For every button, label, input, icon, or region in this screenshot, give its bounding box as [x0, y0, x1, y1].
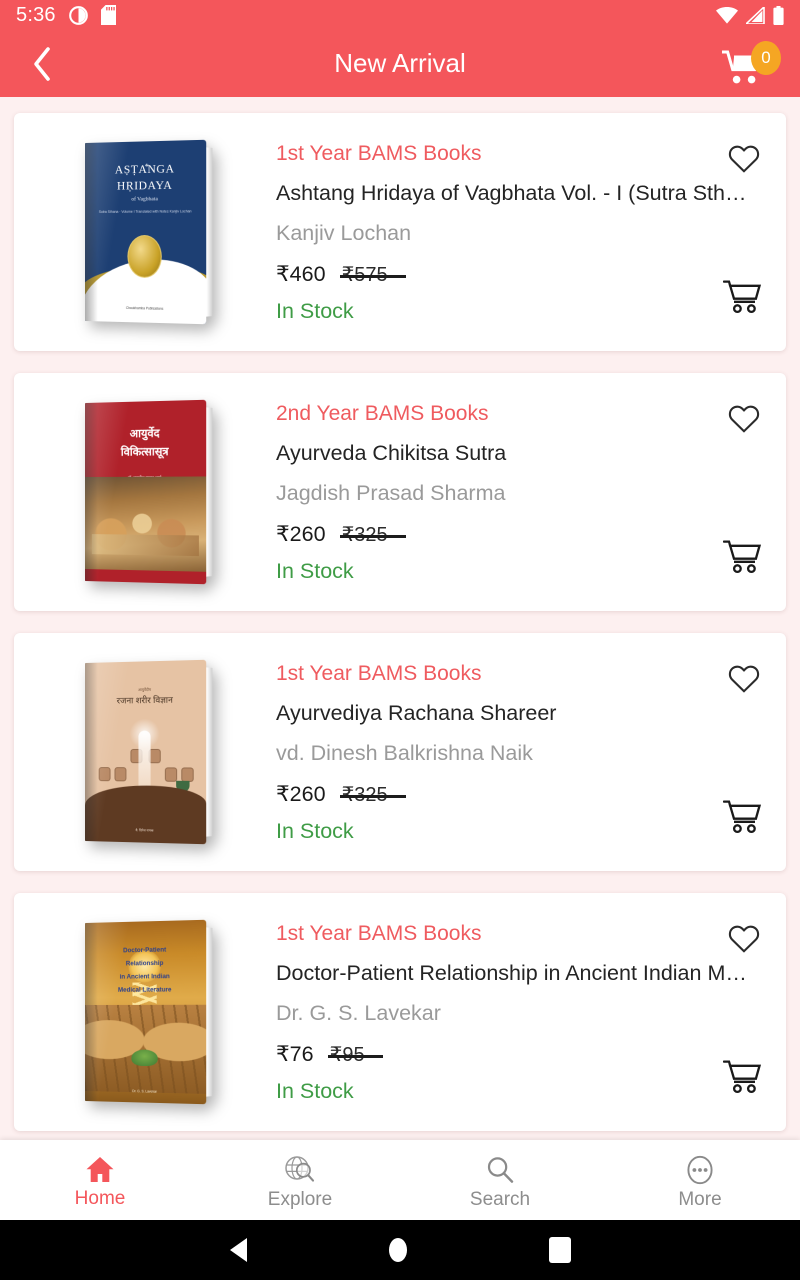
product-author: Dr. G. S. Lavekar	[276, 1001, 441, 1026]
book-3d-mockup: AṢṬA̐NGA HṚIDAYA of Vagbhata Sutra St…	[85, 139, 213, 325]
product-title[interactable]: Ashtang Hridaya of Vagbhata Vol. - I (Su…	[276, 180, 754, 208]
book-cover-thumbnail: आयुर्वेदीय रजना शरीर विज्ञान वै. दिनेश न…	[14, 633, 276, 871]
favorite-button[interactable]	[724, 659, 764, 699]
tab-home[interactable]: Home	[0, 1150, 200, 1210]
add-to-cart-icon	[723, 540, 761, 574]
product-info: 1st Year BAMS Books Ashtang Hridaya of V…	[276, 113, 786, 351]
heart-outline-icon	[728, 405, 760, 433]
app-bar: New Arrival 0	[0, 30, 800, 97]
heart-outline-icon	[728, 925, 760, 953]
favorite-button[interactable]	[724, 919, 764, 959]
tab-label: More	[678, 1189, 722, 1210]
tab-search[interactable]: Search	[400, 1149, 600, 1211]
nav-home-icon[interactable]	[388, 1238, 407, 1262]
stock-status: In Stock	[276, 819, 354, 844]
heart-outline-icon	[728, 145, 760, 173]
dnd-circle-icon	[68, 5, 88, 25]
cart-button[interactable]: 0	[722, 40, 781, 87]
book-3d-mockup: आयुर्वेदीय रजना शरीर विज्ञान वै. दिनेश न…	[85, 659, 213, 845]
tab-explore[interactable]: Explore	[200, 1149, 400, 1211]
page-title: New Arrival	[334, 48, 466, 78]
add-to-cart-button[interactable]	[720, 1057, 764, 1097]
product-info: 2nd Year BAMS Books Ayurveda Chikitsa Su…	[276, 373, 786, 611]
add-to-cart-icon	[723, 800, 761, 834]
status-bar: 5:36	[0, 0, 800, 30]
bottom-tab-bar: Home Explore Search More	[0, 1140, 800, 1220]
book-cover-thumbnail: AṢṬA̐NGA HṚIDAYA of Vagbhata Sutra St…	[14, 113, 276, 351]
back-button[interactable]	[22, 44, 62, 84]
product-category[interactable]: 2nd Year BAMS Books	[276, 401, 786, 427]
add-to-cart-icon	[723, 280, 761, 314]
tab-label: Explore	[267, 1189, 333, 1210]
product-title[interactable]: Ayurveda Chikitsa Sutra	[276, 440, 754, 468]
product-card[interactable]: आयुर्वेद विकित्सासूत्र डॉ. जगदीश प्रसाद …	[14, 373, 786, 611]
tab-label: Home	[74, 1188, 126, 1209]
book-cover-thumbnail: Doctor-Patient Relationship in Ancient I…	[14, 893, 276, 1131]
battery-icon	[773, 5, 784, 25]
product-title[interactable]: Doctor-Patient Relationship in Ancient I…	[276, 960, 754, 988]
cellular-signal-icon	[746, 6, 765, 24]
search-icon	[487, 1157, 514, 1183]
product-price: ₹76	[276, 1042, 314, 1067]
price-row: ₹260 ₹325	[276, 522, 786, 547]
product-category[interactable]: 1st Year BAMS Books	[276, 141, 786, 167]
stock-status: In Stock	[276, 559, 354, 584]
android-navigation-bar	[0, 1220, 800, 1280]
add-to-cart-icon	[723, 1060, 761, 1094]
stock-status: In Stock	[276, 1079, 354, 1104]
stock-status: In Stock	[276, 299, 354, 324]
product-mrp: ₹325	[339, 522, 406, 547]
product-list[interactable]: AṢṬA̐NGA HṚIDAYA of Vagbhata Sutra St…	[0, 97, 800, 1140]
price-row: ₹260 ₹325	[276, 782, 786, 807]
product-price: ₹460	[276, 262, 326, 287]
add-to-cart-button[interactable]	[720, 537, 764, 577]
more-dots-icon	[687, 1155, 713, 1185]
product-price: ₹260	[276, 522, 326, 547]
sd-card-icon	[100, 5, 116, 25]
home-icon	[86, 1157, 114, 1182]
product-card[interactable]: Doctor-Patient Relationship in Ancient I…	[14, 893, 786, 1131]
wifi-icon	[716, 6, 738, 24]
product-card[interactable]: AṢṬA̐NGA HṚIDAYA of Vagbhata Sutra St…	[14, 113, 786, 351]
chevron-left-icon	[34, 46, 50, 81]
favorite-button[interactable]	[724, 399, 764, 439]
book-3d-mockup: Doctor-Patient Relationship in Ancient I…	[85, 919, 213, 1105]
product-category[interactable]: 1st Year BAMS Books	[276, 921, 786, 947]
product-price: ₹260	[276, 782, 326, 807]
nav-back-icon[interactable]	[229, 1238, 247, 1262]
product-mrp: ₹95	[327, 1042, 383, 1067]
status-time: 5:36	[16, 4, 56, 26]
book-cover-thumbnail: आयुर्वेद विकित्सासूत्र डॉ. जगदीश प्रसाद …	[14, 373, 276, 611]
price-row: ₹76 ₹95	[276, 1042, 786, 1067]
product-author: Jagdish Prasad Sharma	[276, 481, 506, 506]
globe-search-icon	[285, 1156, 315, 1182]
product-card[interactable]: आयुर्वेदीय रजना शरीर विज्ञान वै. दिनेश न…	[14, 633, 786, 871]
cart-count-badge: 0	[751, 40, 781, 75]
product-category[interactable]: 1st Year BAMS Books	[276, 661, 786, 687]
favorite-button[interactable]	[724, 139, 764, 179]
status-bar-left: 5:36	[16, 5, 116, 25]
app-screen: 5:36 New Arrival 0 1st Year BAMS Books A…	[0, 0, 800, 1280]
product-title[interactable]: Ayurvediya Rachana Shareer	[276, 700, 754, 728]
product-info: 1st Year BAMS Books Doctor-Patient Relat…	[276, 893, 786, 1131]
add-to-cart-button[interactable]	[720, 277, 764, 317]
add-to-cart-button[interactable]	[720, 797, 764, 837]
nav-recents-icon[interactable]	[548, 1237, 571, 1263]
tab-more[interactable]: More	[600, 1149, 800, 1211]
book-3d-mockup: आयुर्वेद विकित्सासूत्र डॉ. जगदीश प्रसाद …	[85, 399, 213, 585]
product-mrp: ₹325	[339, 782, 406, 807]
tab-label: Search	[469, 1189, 531, 1210]
heart-outline-icon	[728, 665, 760, 693]
product-info: 1st Year BAMS Books Ayurvediya Rachana S…	[276, 633, 786, 871]
status-bar-right	[716, 5, 784, 25]
product-mrp: ₹575	[339, 262, 406, 287]
price-row: ₹460 ₹575	[276, 262, 786, 287]
product-author: Kanjiv Lochan	[276, 221, 412, 246]
product-author: vd. Dinesh Balkrishna Naik	[276, 741, 533, 766]
